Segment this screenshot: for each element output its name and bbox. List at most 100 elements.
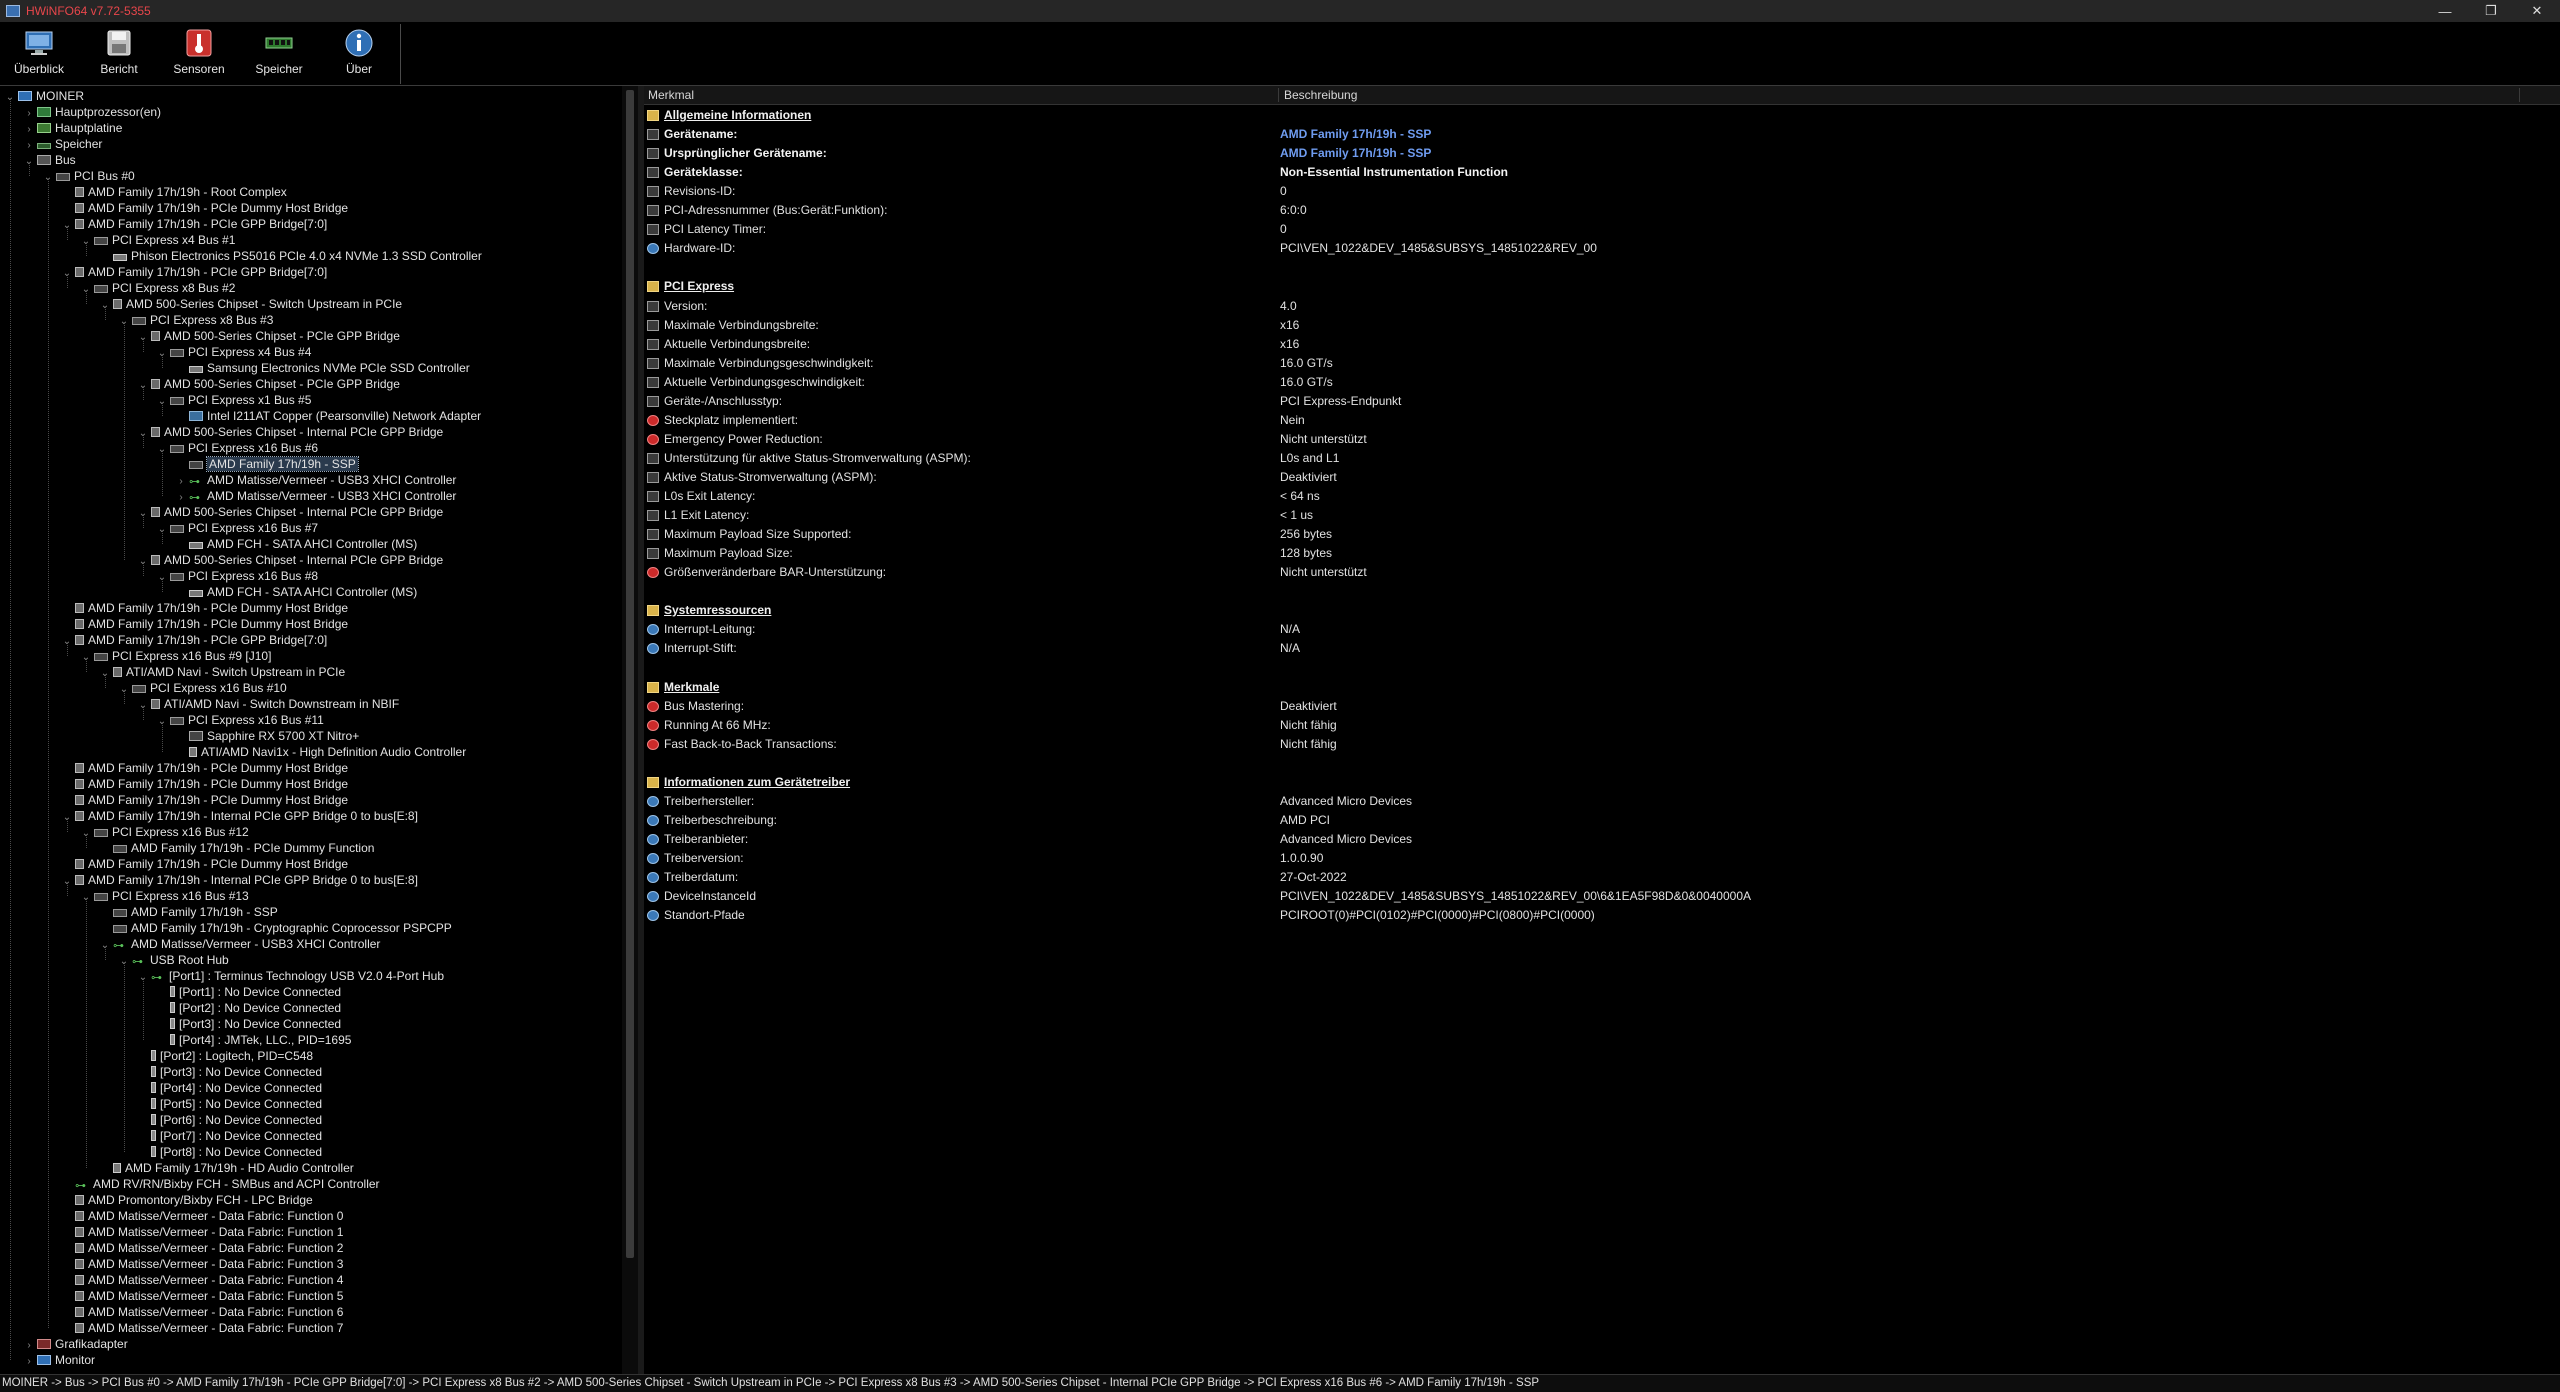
collapse-toggle[interactable]: ⌄ — [137, 698, 149, 714]
report-button[interactable]: Bericht — [84, 28, 154, 82]
tree-item[interactable]: [Port4] : No Device Connected — [137, 1080, 322, 1096]
property-row[interactable]: Standort-Pfade PCIROOT(0)#PCI(0102)#PCI(0… — [644, 906, 2544, 925]
property-row[interactable]: Running At 66 MHz: Nicht fähig — [644, 716, 2544, 735]
tree-item[interactable]: ⌄ ⊶ AMD Matisse/Vermeer - USB3 XHCI Contro… — [99, 936, 381, 954]
tree-item[interactable]: ⌄ PCI Express x16 Bus #11 — [156, 712, 324, 728]
tree-item[interactable]: › Speicher — [23, 136, 102, 152]
property-row[interactable]: DeviceInstanceId PCI\VEN_1022&DEV_1485&SU… — [644, 887, 2544, 906]
about-button[interactable]: Über — [324, 28, 394, 82]
tree-item[interactable]: ⊶ AMD RV/RN/Bixby FCH - SMBus and ACPI Co… — [61, 1176, 380, 1192]
collapse-toggle[interactable]: ⌄ — [118, 314, 130, 330]
tree-item[interactable]: AMD Matisse/Vermeer - Data Fabric: Funct… — [61, 1256, 343, 1272]
tree-item[interactable]: AMD Family 17h/19h - PCIe Dummy Host Bri… — [61, 776, 348, 792]
collapse-toggle[interactable]: ⌄ — [61, 810, 73, 826]
collapse-toggle[interactable]: ⌄ — [80, 282, 92, 298]
close-button[interactable]: ✕ — [2514, 0, 2560, 22]
tree-item[interactable]: ⌄ PCI Express x16 Bus #9 [J10] — [80, 648, 272, 666]
property-row[interactable]: Maximum Payload Size: 128 bytes — [644, 544, 2544, 563]
property-row[interactable]: Gerätename: AMD Family 17h/19h - SSP — [644, 125, 2544, 144]
tree-scrollbar[interactable] — [622, 86, 638, 1374]
section-header[interactable]: Merkmale — [644, 678, 2544, 697]
tree-item[interactable]: AMD Matisse/Vermeer - Data Fabric: Funct… — [61, 1224, 343, 1240]
tree-item[interactable]: ⌄ PCI Express x16 Bus #12 — [80, 824, 249, 840]
tree-item[interactable]: AMD Family 17h/19h - PCIe Dummy Function — [99, 840, 374, 856]
tree-item[interactable]: › ⊶ AMD Matisse/Vermeer - USB3 XHCI Contro… — [175, 472, 456, 488]
property-row[interactable]: Geräteklasse: Non-Essential Instrumentati… — [644, 163, 2544, 182]
tree-item[interactable]: AMD Family 17h/19h - PCIe Dummy Host Bri… — [61, 616, 348, 632]
tree-item[interactable]: [Port2] : No Device Connected — [156, 1000, 341, 1016]
property-row[interactable]: Maximale Verbindungsbreite: x16 — [644, 316, 2544, 335]
collapse-toggle[interactable]: ⌄ — [156, 522, 168, 538]
overview-button[interactable]: Überblick — [4, 28, 74, 82]
tree-item[interactable]: AMD Family 17h/19h - PCIe Dummy Host Bri… — [61, 856, 348, 872]
property-row[interactable]: Unterstützung für aktive Status-Stromver… — [644, 449, 2544, 468]
column-header-description[interactable]: Beschreibung — [1280, 88, 2520, 102]
collapse-toggle[interactable]: ⌄ — [156, 714, 168, 730]
property-row[interactable]: PCI Latency Timer: 0 — [644, 220, 2544, 239]
sensors-button[interactable]: Sensoren — [164, 28, 234, 82]
minimize-button[interactable]: — — [2422, 0, 2468, 22]
tree-item[interactable]: AMD Matisse/Vermeer - Data Fabric: Funct… — [61, 1240, 343, 1256]
tree-item[interactable]: ⌄ PCI Express x16 Bus #6 — [156, 440, 318, 456]
tree-item[interactable]: ⌄ AMD 500-Series Chipset - Internal PCIe … — [137, 552, 443, 568]
collapse-toggle[interactable]: ⌄ — [61, 218, 73, 234]
tree-item[interactable]: ⌄ PCI Express x16 Bus #13 — [80, 888, 249, 904]
tree-item[interactable]: ⌄ PCI Express x16 Bus #10 — [118, 680, 287, 696]
tree-item[interactable]: ⌄ PCI Express x16 Bus #7 — [156, 520, 318, 536]
tree-item[interactable]: ⌄ AMD 500-Series Chipset - Switch Upstrea… — [99, 296, 402, 312]
property-row[interactable]: Interrupt-Stift: N/A — [644, 639, 2544, 658]
tree-item[interactable]: ⌄ PCI Express x16 Bus #8 — [156, 568, 318, 584]
tree-item[interactable]: AMD Matisse/Vermeer - Data Fabric: Funct… — [61, 1320, 343, 1336]
tree-item[interactable]: AMD Matisse/Vermeer - Data Fabric: Funct… — [61, 1288, 343, 1304]
tree-item[interactable]: ⌄ AMD 500-Series Chipset - Internal PCIe … — [137, 504, 443, 520]
tree-item[interactable]: [Port5] : No Device Connected — [137, 1096, 322, 1112]
collapse-toggle[interactable]: ⌄ — [42, 170, 54, 186]
tree-item[interactable]: ⌄ AMD Family 17h/19h - Internal PCIe GPP … — [61, 808, 418, 824]
tree-item[interactable]: [Port3] : No Device Connected — [137, 1064, 322, 1080]
collapse-toggle[interactable]: ⌄ — [137, 378, 149, 394]
collapse-toggle[interactable]: ⌄ — [137, 554, 149, 570]
tree-item[interactable]: AMD Matisse/Vermeer - Data Fabric: Funct… — [61, 1304, 343, 1320]
collapse-toggle[interactable]: ⌄ — [156, 570, 168, 586]
tree-item[interactable]: AMD Promontory/Bixby FCH - LPC Bridge — [61, 1192, 313, 1208]
tree-item[interactable]: › Monitor — [23, 1352, 95, 1368]
tree-item[interactable]: ⌄ AMD Family 17h/19h - Internal PCIe GPP … — [61, 872, 418, 888]
collapse-toggle[interactable]: ⌄ — [118, 954, 130, 970]
collapse-toggle[interactable]: ⌄ — [137, 330, 149, 346]
tree-item[interactable]: ⌄ AMD 500-Series Chipset - PCIe GPP Bridg… — [137, 376, 400, 392]
property-row[interactable]: Fast Back-to-Back Transactions: Nicht fäh… — [644, 735, 2544, 754]
column-header-feature[interactable]: Merkmal — [648, 88, 1279, 102]
collapse-toggle[interactable]: ⌄ — [118, 682, 130, 698]
tree-item[interactable]: ⌄ ⊶ USB Root Hub — [118, 952, 229, 968]
tree-item[interactable]: AMD FCH - SATA AHCI Controller (MS) — [175, 536, 417, 552]
collapse-toggle[interactable]: ⌄ — [80, 650, 92, 666]
tree-item[interactable]: [Port1] : No Device Connected — [156, 984, 341, 1000]
tree-item[interactable]: › Hauptplatine — [23, 120, 122, 136]
tree-item[interactable]: ⌄ ATI/AMD Navi - Switch Upstream in PCIe — [99, 664, 345, 680]
collapse-toggle[interactable]: ⌄ — [61, 266, 73, 282]
tree-item[interactable]: ⌄ PCI Express x8 Bus #2 — [80, 280, 236, 298]
tree-item[interactable]: Intel I211AT Copper (Pearsonville) Netwo… — [175, 408, 481, 424]
tree-item[interactable]: ⌄ AMD 500-Series Chipset - Internal PCIe … — [137, 424, 443, 440]
tree-item[interactable]: AMD Family 17h/19h - PCIe Dummy Host Bri… — [61, 760, 348, 776]
tree-item[interactable]: AMD FCH - SATA AHCI Controller (MS) — [175, 584, 417, 600]
tree-item[interactable]: AMD Family 17h/19h - SSP — [175, 456, 359, 472]
property-row[interactable]: Treiberanbieter: Advanced Micro Devices — [644, 830, 2544, 849]
property-row[interactable]: Aktuelle Verbindungsgeschwindigkeit: 16.0… — [644, 373, 2544, 392]
property-row[interactable]: Maximum Payload Size Supported: 256 bytes — [644, 525, 2544, 544]
tree-item[interactable]: AMD Matisse/Vermeer - Data Fabric: Funct… — [61, 1272, 343, 1288]
collapse-toggle[interactable]: ⌄ — [137, 970, 149, 986]
property-row[interactable]: Treiberbeschreibung: AMD PCI — [644, 811, 2544, 830]
collapse-toggle[interactable]: ⌄ — [99, 298, 111, 314]
tree-item[interactable]: ⌄ AMD Family 17h/19h - PCIe GPP Bridge[7:… — [61, 264, 327, 280]
property-row[interactable]: Version: 4.0 — [644, 297, 2544, 316]
tree-item[interactable]: AMD Family 17h/19h - PCIe Dummy Host Bri… — [61, 200, 348, 216]
tree-item[interactable]: ⌄ PCI Express x8 Bus #3 — [118, 312, 274, 330]
tree-item[interactable]: ⌄ Bus — [23, 152, 76, 168]
property-row[interactable]: L0s Exit Latency: < 64 ns — [644, 487, 2544, 506]
maximize-button[interactable]: ❐ — [2468, 0, 2514, 22]
expand-toggle[interactable]: › — [23, 1354, 35, 1370]
collapse-toggle[interactable]: ⌄ — [156, 442, 168, 458]
collapse-toggle[interactable]: ⌄ — [99, 938, 111, 954]
property-row[interactable]: Ursprünglicher Gerätename: AMD Family 17h… — [644, 144, 2544, 163]
